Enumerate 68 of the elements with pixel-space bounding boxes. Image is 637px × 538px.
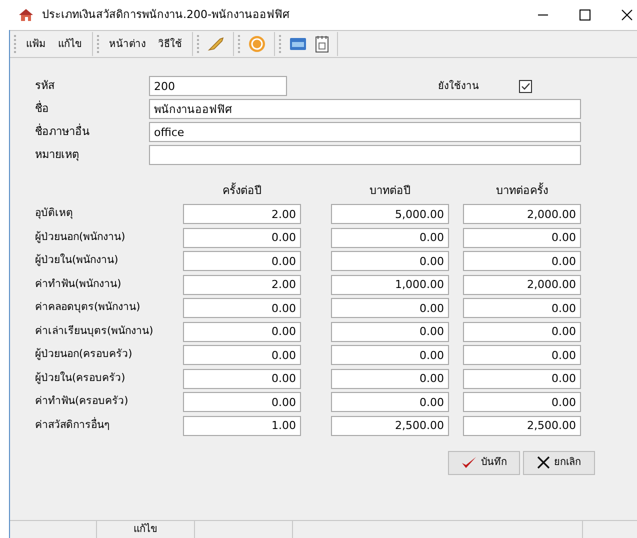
menu-item[interactable]: แฟ้ม xyxy=(20,36,52,52)
amount-field[interactable]: 0.00 xyxy=(183,228,301,248)
code-field[interactable]: 200 xyxy=(149,76,287,96)
field-label: รหัส xyxy=(35,78,56,94)
column-header: บาทต่อครั้ง xyxy=(495,182,549,199)
row-label: ค่าทำฟัน(ครอบครัว) xyxy=(35,394,130,410)
house-icon xyxy=(18,8,34,22)
checkmark-icon xyxy=(461,456,477,470)
amount-field[interactable]: 1,000.00 xyxy=(331,274,449,294)
amount-field[interactable]: 0.00 xyxy=(463,345,581,365)
active-checkbox[interactable] xyxy=(519,80,532,92)
amount-field[interactable]: 0.00 xyxy=(183,392,301,412)
column-header: บาทต่อปี xyxy=(368,182,412,199)
row-label: ผู้ป่วยนอก(ครอบครัว) xyxy=(35,347,134,362)
status-mode-text: แก้ไข xyxy=(134,522,158,537)
row-label: ค่าคลอดบุตร(พนักงาน) xyxy=(35,300,142,316)
window-title: ประเภทเงินสวัสดิการพนักงาน.200-พนักงานออฟฟิศ xyxy=(42,6,290,23)
amount-field[interactable]: 2,000.00 xyxy=(463,274,581,294)
field-label: หมายเหตุ xyxy=(35,146,80,163)
amount-field[interactable]: 0.00 xyxy=(183,345,301,365)
amount-field[interactable]: 2.00 xyxy=(183,204,301,224)
amount-field[interactable]: 0.00 xyxy=(463,298,581,318)
close-icon[interactable] xyxy=(621,9,633,21)
amount-field[interactable]: 1.00 xyxy=(183,416,301,436)
calculator-icon[interactable] xyxy=(289,37,307,51)
row-label: ค่าเล่าเรียนบุตร(พนักงาน) xyxy=(35,324,154,339)
amount-field[interactable]: 0.00 xyxy=(463,368,581,388)
close-icon xyxy=(537,456,550,469)
amount-field[interactable]: 5,000.00 xyxy=(331,204,449,224)
amount-field[interactable]: 0.00 xyxy=(183,298,301,318)
amount-field[interactable]: 0.00 xyxy=(183,322,301,342)
amount-field[interactable]: 0.00 xyxy=(331,345,449,365)
amount-field[interactable]: 0.00 xyxy=(331,392,449,412)
amount-field[interactable]: 0.00 xyxy=(331,228,449,248)
menu-item[interactable]: วิธีใช้ xyxy=(152,36,188,52)
amount-field[interactable]: 0.00 xyxy=(183,368,301,388)
maximize-icon[interactable] xyxy=(579,9,591,21)
menu-item[interactable]: หน้าต่าง xyxy=(103,36,152,52)
amount-field[interactable]: 0.00 xyxy=(331,322,449,342)
column-header: ครั้งต่อปี xyxy=(222,182,262,199)
row-label: ผู้ป่วยใน(ครอบครัว) xyxy=(35,370,126,386)
name-field[interactable]: พนักงานออฟฟิศ xyxy=(149,99,581,119)
row-label: ผู้ป่วยใน(พนักงาน) xyxy=(35,253,120,268)
row-label: ค่าสวัสดิการอื่นๆ xyxy=(35,418,111,433)
amount-field[interactable]: 0.00 xyxy=(463,322,581,342)
amount-field[interactable]: 0.00 xyxy=(463,228,581,248)
amount-field[interactable]: 2,500.00 xyxy=(463,416,581,436)
other-name-field[interactable]: office xyxy=(149,122,581,142)
row-label: อุบัติเหตุ xyxy=(35,206,74,222)
row-label: ผู้ป่วยนอก(พนักงาน) xyxy=(35,230,126,245)
amount-field[interactable]: 0.00 xyxy=(331,251,449,271)
note-field[interactable] xyxy=(149,145,581,165)
calendar-icon[interactable] xyxy=(315,35,329,53)
amount-field[interactable]: 2,500.00 xyxy=(331,416,449,436)
amount-field[interactable]: 0.00 xyxy=(183,251,301,271)
menu-item[interactable]: แก้ไข xyxy=(52,36,88,52)
field-label: ยังใช้งาน xyxy=(438,79,480,94)
save-button[interactable]: บันทึก xyxy=(448,450,520,474)
field-label: ชื่อ xyxy=(35,100,50,117)
amount-field[interactable]: 0.00 xyxy=(331,298,449,318)
field-label: ชื่อภาษาอื่น xyxy=(35,124,91,140)
amount-field[interactable]: 0.00 xyxy=(463,392,581,412)
amount-field[interactable]: 0.00 xyxy=(463,251,581,271)
row-label: ค่าทำฟัน(พนักงาน) xyxy=(35,276,122,292)
amount-field[interactable]: 2,000.00 xyxy=(463,204,581,224)
cancel-button[interactable]: ยกเลิก xyxy=(523,450,595,474)
amount-field[interactable]: 2.00 xyxy=(183,274,301,294)
amount-field[interactable]: 0.00 xyxy=(331,368,449,388)
